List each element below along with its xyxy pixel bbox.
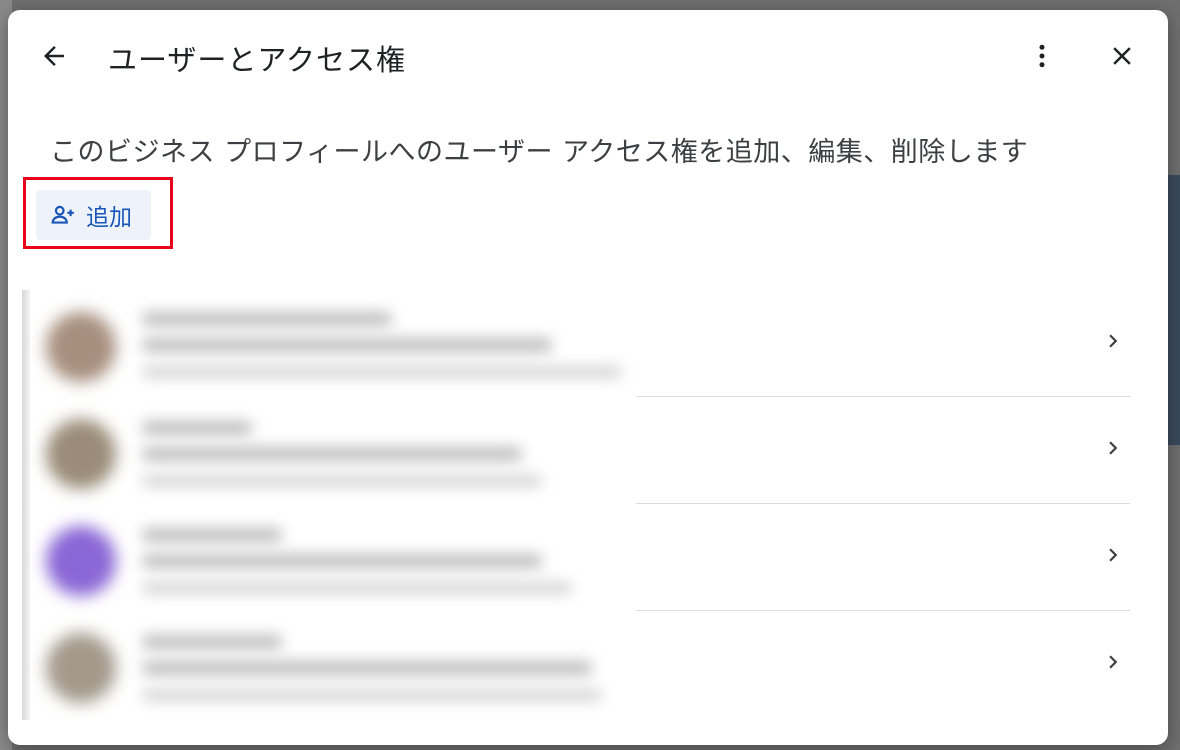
- chevron-right-icon: [1098, 540, 1128, 570]
- user-name-blurred: [142, 528, 282, 542]
- user-row[interactable]: [22, 397, 1132, 504]
- user-list: [22, 290, 1132, 720]
- user-name-blurred: [142, 635, 282, 649]
- avatar: [46, 312, 116, 382]
- chevron-right-icon: [1098, 433, 1128, 463]
- user-email-blurred: [142, 447, 522, 461]
- dialog-title: ユーザーとアクセス権: [108, 43, 406, 77]
- dialog-description: このビジネス プロフィールへのユーザー アクセス権を追加、編集、削除します: [50, 137, 1029, 168]
- back-button[interactable]: [34, 36, 74, 76]
- chevron-right-icon: [1098, 326, 1128, 356]
- more-vert-icon: [1039, 44, 1045, 68]
- user-role-blurred: [142, 366, 622, 378]
- user-row[interactable]: [22, 504, 1132, 611]
- add-user-label: 追加: [86, 205, 132, 231]
- user-role-blurred: [142, 582, 572, 594]
- more-options-button[interactable]: [1022, 36, 1062, 76]
- arrow-back-icon: [44, 46, 64, 66]
- user-row[interactable]: [22, 611, 1132, 718]
- close-button[interactable]: [1102, 36, 1142, 76]
- close-icon: [1113, 47, 1131, 65]
- user-email-blurred: [142, 554, 542, 568]
- chevron-right-icon: [1098, 647, 1128, 677]
- avatar: [46, 419, 116, 489]
- user-email-blurred: [142, 338, 552, 352]
- user-role-blurred: [142, 689, 602, 701]
- user-name-blurred: [142, 421, 252, 435]
- users-access-dialog: ユーザーとアクセス権 このビジネス プロフィールへのユーザー アクセス権を追加、…: [8, 10, 1168, 745]
- avatar: [46, 526, 116, 596]
- user-email-blurred: [142, 661, 592, 675]
- add-user-button[interactable]: 追加: [36, 190, 151, 240]
- user-name-blurred: [142, 312, 392, 326]
- user-row[interactable]: [22, 290, 1132, 397]
- background-image: [1168, 175, 1180, 445]
- user-role-blurred: [142, 475, 542, 487]
- dialog-header: ユーザーとアクセス権: [8, 10, 1168, 102]
- person-add-icon: [51, 205, 74, 224]
- avatar: [46, 633, 116, 703]
